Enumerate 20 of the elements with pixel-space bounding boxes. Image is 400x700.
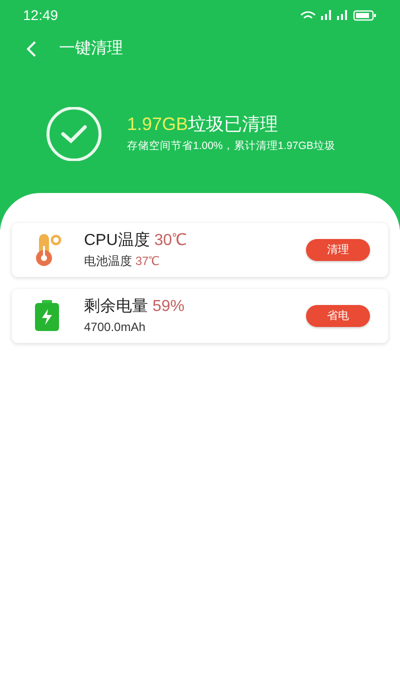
cleaned-amount: 1.97GB: [127, 114, 188, 134]
page-title: 一键清理: [59, 38, 123, 59]
card-title-value: 59%: [152, 298, 184, 315]
status-time: 12:49: [23, 6, 58, 24]
cleaning-detail: 存储空间节省1.00%，累计清理1.97GB垃圾: [127, 139, 336, 154]
wifi-icon: [300, 10, 316, 20]
battery-icon: [32, 298, 62, 334]
battery-status-icon: [353, 10, 377, 20]
card-title: CPU温度: [84, 232, 150, 249]
cleaned-headline: 垃圾已清理: [188, 114, 278, 134]
action-button[interactable]: 省电: [306, 305, 370, 327]
back-icon[interactable]: [25, 40, 37, 58]
action-button[interactable]: 清理: [306, 239, 370, 261]
card-subtitle: 4700.0mAh: [84, 320, 146, 334]
card-title-value: 30℃: [154, 232, 188, 249]
signal-icon: [337, 10, 348, 20]
signal-icon: [321, 10, 332, 20]
card-subtitle: 电池温度: [84, 254, 132, 268]
card-subtitle-value: 37℃: [135, 254, 160, 268]
card-title: 剩余电量: [84, 298, 148, 315]
